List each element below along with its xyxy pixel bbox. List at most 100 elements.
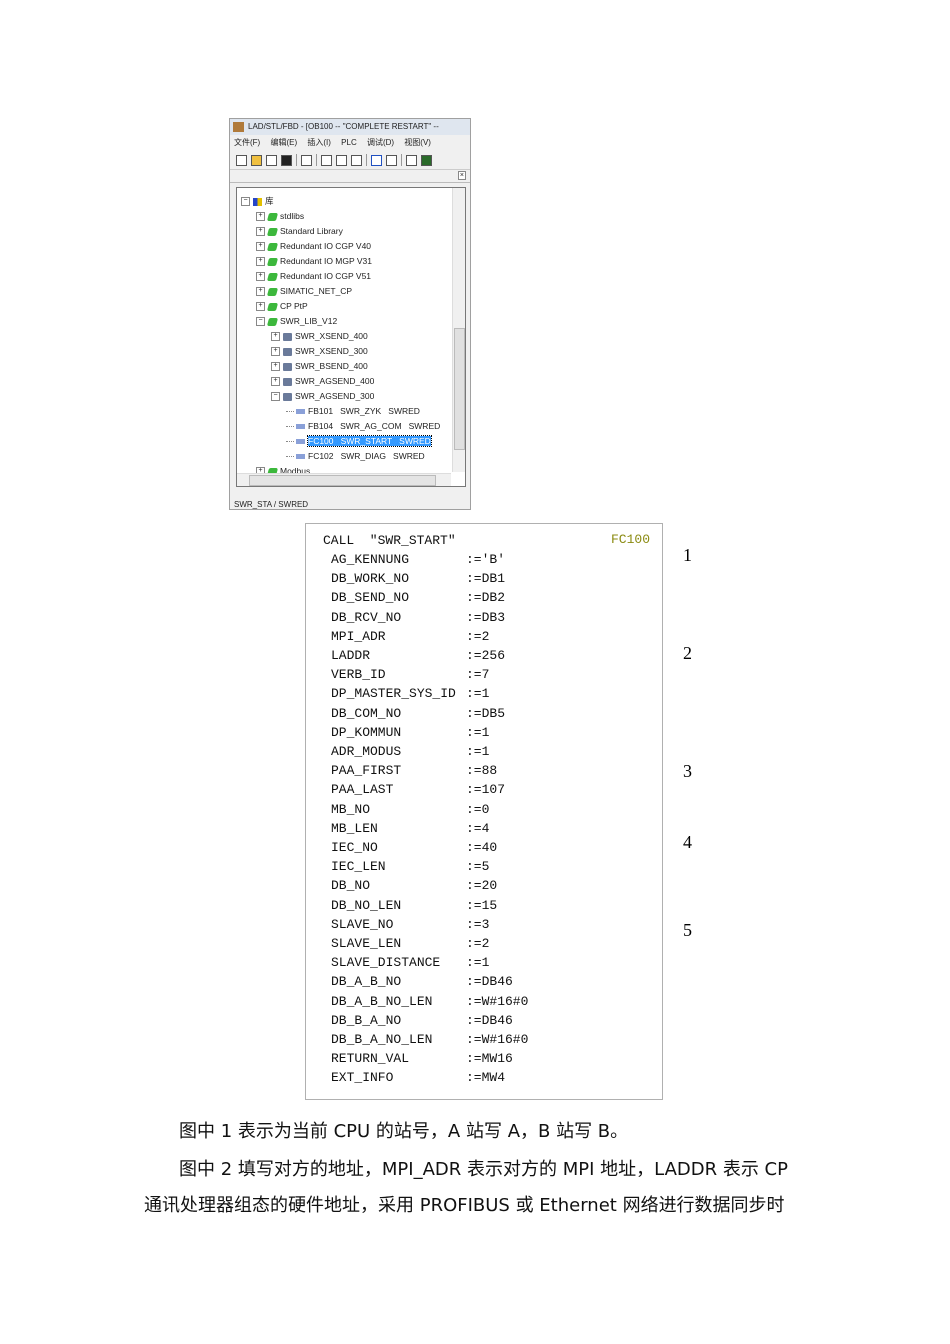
param-row: MB_NO:=0 [331, 800, 489, 819]
menu-edit[interactable]: 编辑(E) [270, 138, 297, 147]
tree-item-label: FB104 SWR_AG_COM SWRED [308, 421, 441, 431]
tree-item-label: Redundant IO MGP V31 [280, 256, 372, 266]
expand-icon[interactable]: + [256, 242, 265, 252]
param-row: SLAVE_LEN:=2 [331, 934, 489, 953]
expand-icon[interactable]: + [256, 212, 265, 222]
tree-item[interactable]: FC100 SWR_START SWRED [286, 434, 432, 448]
param-name: DB_RCV_NO [331, 609, 402, 625]
tree-item[interactable]: + stdlibs [256, 209, 304, 223]
toolbar-separator [366, 154, 367, 166]
expand-icon[interactable]: + [256, 227, 265, 237]
tree-item[interactable]: − SWR_LIB_V12 [256, 314, 337, 328]
param-value: :=107 [466, 782, 506, 798]
collapse-icon[interactable]: − [271, 392, 280, 402]
tree-item-label: CP PtP [280, 301, 308, 311]
tree-item[interactable]: + SWR_BSEND_400 [271, 359, 368, 373]
param-name: MPI_ADR [331, 628, 386, 644]
expand-icon[interactable]: + [256, 257, 265, 267]
horizontal-scrollbar[interactable] [237, 473, 451, 486]
folder-icon [283, 362, 292, 371]
param-row: DP_MASTER_SYS_ID:=1 [331, 684, 489, 703]
menu-debug[interactable]: 调试(D) [367, 138, 394, 147]
tree-item-label: SWR_XSEND_300 [295, 346, 368, 356]
param-name: DP_KOMMUN [331, 724, 402, 740]
collapse-icon[interactable]: − [256, 317, 265, 327]
expand-icon[interactable]: + [271, 362, 280, 372]
param-name: DB_B_A_NO [331, 1012, 402, 1028]
stl-code-box: CALL "SWR_START" FC100 AG_KENNUNG:='B' DB… [305, 523, 663, 1100]
param-row: LADDR:=256 [331, 646, 505, 665]
expand-icon[interactable]: + [271, 377, 280, 387]
tree-item[interactable]: + SWR_XSEND_400 [271, 329, 368, 343]
tree-item[interactable]: + Redundant IO MGP V31 [256, 254, 372, 268]
tree-item[interactable]: FB101 SWR_ZYK SWRED [286, 404, 420, 418]
param-name: MB_LEN [331, 820, 378, 836]
tree-item[interactable]: FC102 SWR_DIAG SWRED [286, 449, 425, 463]
param-value: :=20 [466, 878, 498, 894]
redo-icon[interactable] [386, 154, 397, 166]
marker-3: 3 [683, 761, 692, 781]
scroll-thumb[interactable] [454, 328, 465, 450]
paste-icon[interactable] [351, 154, 362, 166]
tree-item[interactable]: + SWR_XSEND_300 [271, 344, 368, 358]
lib-icon [266, 227, 279, 236]
param-value: :=1 [466, 744, 490, 759]
online-icon[interactable] [406, 154, 417, 166]
expand-icon[interactable]: + [256, 287, 265, 297]
menu-plc[interactable]: PLC [341, 138, 357, 147]
param-name: DB_A_B_NO_LEN [331, 993, 433, 1009]
expand-icon[interactable]: + [271, 332, 280, 342]
print-icon[interactable] [301, 154, 312, 166]
menu-insert[interactable]: 插入(I) [307, 138, 331, 147]
tree-item[interactable]: + CP PtP [256, 299, 308, 313]
tree-item[interactable]: − 库 [241, 194, 274, 208]
param-value: :=2 [466, 628, 490, 644]
block-number: FC100 [610, 532, 650, 547]
param-value: :=256 [466, 648, 506, 663]
param-row: PAA_FIRST:=88 [331, 761, 497, 780]
lib-icon [266, 242, 279, 251]
param-row: DB_A_B_NO_LEN :=W#16#0 [331, 992, 528, 1011]
copy-icon[interactable] [336, 154, 347, 166]
tree-item-label: Redundant IO CGP V51 [280, 271, 372, 281]
pane-splitter[interactable]: × [230, 170, 470, 183]
tree-item-label: FC100 SWR_START SWRED [307, 435, 432, 447]
download-icon[interactable] [421, 154, 432, 166]
open-icon[interactable] [251, 154, 262, 166]
menu-view[interactable]: 视图(V) [404, 138, 431, 147]
tree-item[interactable]: + Redundant IO CGP V51 [256, 269, 371, 283]
folder-icon [283, 392, 292, 401]
param-value: :=W#16#0 [466, 993, 529, 1009]
menu-file[interactable]: 文件(F) [234, 138, 260, 147]
param-value: :=15 [466, 897, 498, 913]
network-icon[interactable] [266, 154, 277, 166]
tree-item-label: SWR_AGSEND_400 [295, 376, 375, 386]
collapse-icon[interactable]: − [241, 197, 250, 207]
expand-icon[interactable]: + [271, 347, 280, 357]
tree-item[interactable]: + Standard Library [256, 224, 343, 238]
tree-item[interactable]: + SWR_AGSEND_400 [271, 374, 374, 388]
save-icon[interactable] [281, 154, 292, 166]
tree-item[interactable]: + Redundant IO CGP V40 [256, 239, 371, 253]
param-value: :=7 [466, 667, 490, 683]
tree-item[interactable]: − SWR_AGSEND_300 [271, 389, 374, 403]
folder-icon [283, 347, 292, 356]
title-bar: LAD/STL/FBD - [OB100 -- "COMPLETE RESTAR… [230, 119, 470, 135]
toolbar-separator [401, 154, 402, 166]
param-row: DB_A_B_NO:=DB46 [331, 972, 513, 991]
lib-icon [266, 272, 279, 281]
close-icon[interactable]: × [457, 171, 466, 180]
new-icon[interactable] [236, 154, 247, 166]
expand-icon[interactable]: + [256, 302, 265, 312]
param-name: IEC_LEN [331, 859, 386, 875]
tree-item[interactable]: FB104 SWR_AG_COM SWRED [286, 419, 440, 433]
cut-icon[interactable] [321, 154, 332, 166]
scroll-thumb[interactable] [249, 475, 436, 486]
undo-icon[interactable] [371, 154, 382, 166]
param-value: :=DB5 [466, 705, 506, 721]
tree-item-label: stdlibs [280, 211, 305, 221]
vertical-scrollbar[interactable] [452, 188, 465, 472]
expand-icon[interactable]: + [256, 272, 265, 282]
block-icon [296, 439, 305, 445]
tree-item[interactable]: + SIMATIC_NET_CP [256, 284, 352, 298]
